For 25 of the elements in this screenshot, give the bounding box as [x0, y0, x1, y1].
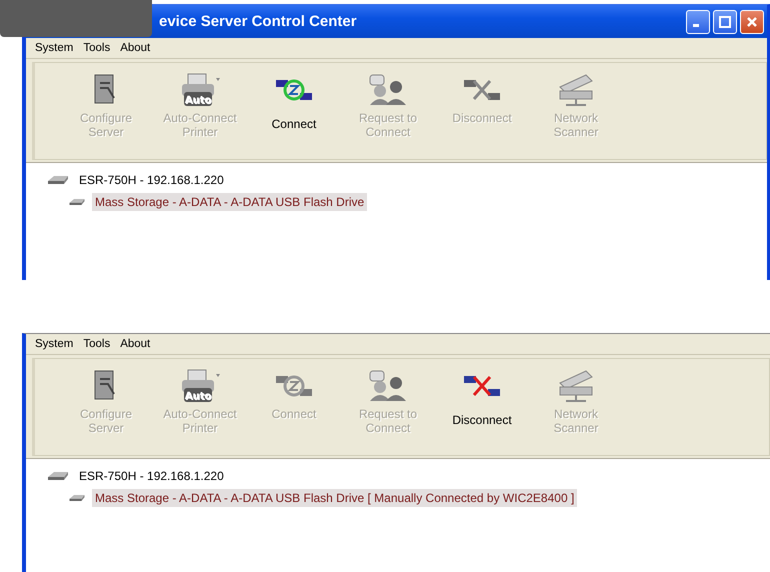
menu-item[interactable]: Tools	[78, 42, 116, 54]
close-icon	[746, 16, 758, 28]
minimize-icon	[693, 24, 699, 27]
close-button[interactable]	[740, 10, 764, 34]
tree-item[interactable]: ESR-750H - 192.168.1.220	[76, 171, 227, 189]
maximize-icon	[719, 16, 731, 28]
menu-item[interactable]: Tools	[78, 338, 116, 350]
people-icon	[368, 73, 408, 107]
menu-item[interactable]: About	[115, 42, 156, 54]
drive-icon	[68, 197, 86, 207]
drive-icon	[46, 175, 70, 185]
drive-icon	[46, 470, 70, 481]
tree-item[interactable]: Mass Storage - A-DATA - A-DATA USB Flash Drive [ Manually Connected by WIC2E8400 ]	[92, 488, 578, 507]
people-icon	[368, 368, 408, 403]
menu-item[interactable]: System	[30, 338, 78, 350]
menu-item[interactable]: About	[115, 338, 156, 350]
drive-icon	[68, 492, 86, 503]
toolbar-button[interactable]: Disconnect	[435, 364, 529, 427]
toolbar-button[interactable]: Connect	[247, 69, 341, 131]
minimize-button[interactable]	[686, 10, 710, 34]
tree-item[interactable]: ESR-750H - 192.168.1.220	[76, 466, 227, 485]
tree-item[interactable]: Mass Storage - A-DATA - A-DATA USB Flash Drive	[92, 193, 368, 211]
window-title: evice Server Control Center	[159, 13, 358, 30]
menu-item[interactable]: System	[30, 42, 78, 54]
maximize-button[interactable]	[713, 10, 737, 34]
